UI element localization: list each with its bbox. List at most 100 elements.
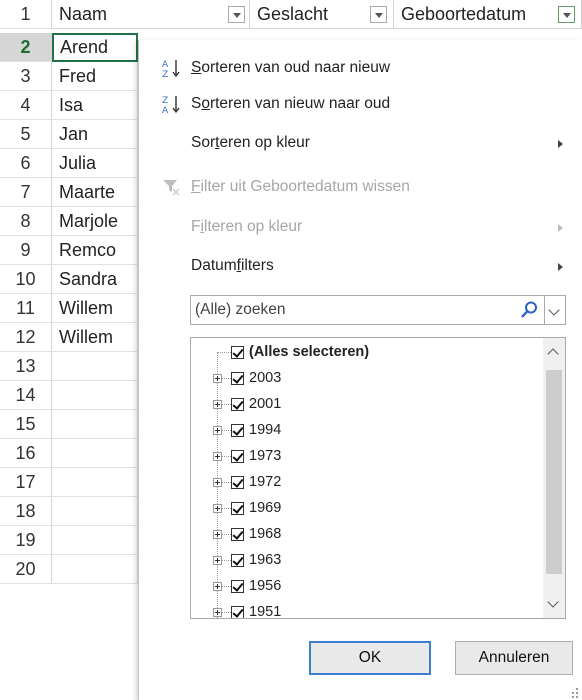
ok-button[interactable]: OK	[309, 641, 431, 675]
list-item[interactable]: 1968	[191, 521, 541, 547]
expand-plus-icon[interactable]	[213, 400, 222, 409]
filter-value-list: (Alles selecteren) 2003 2001 1994 1973 1…	[190, 337, 566, 619]
row-header[interactable]: 8	[0, 207, 52, 236]
search-options-button[interactable]	[544, 296, 565, 324]
row-header[interactable]: 7	[0, 178, 52, 207]
cell[interactable]: Julia	[52, 149, 138, 178]
cell[interactable]	[52, 352, 138, 381]
tree-line	[218, 352, 231, 353]
resize-grip-icon[interactable]	[569, 687, 579, 698]
row-header[interactable]: 2	[0, 33, 52, 62]
cell[interactable]: Jan	[52, 120, 138, 149]
expand-plus-icon[interactable]	[213, 530, 222, 539]
row-header[interactable]: 18	[0, 497, 52, 526]
scroll-up-icon[interactable]	[547, 348, 559, 360]
checkbox-checked[interactable]	[231, 450, 244, 463]
cell[interactable]: Fred	[52, 62, 138, 91]
row-header[interactable]: 5	[0, 120, 52, 149]
list-item[interactable]: 2001	[191, 391, 541, 417]
checkbox-checked[interactable]	[231, 606, 244, 618]
header-cell-geboortedatum[interactable]: Geboortedatum	[394, 0, 582, 29]
menu-clear-filter[interactable]: Filter uit Geboortedatum wissen	[139, 169, 582, 205]
menu-sort-descending[interactable]: Z A Sorteren van nieuw naar oud	[139, 86, 582, 122]
filter-dropdown-button-geslacht[interactable]	[370, 6, 387, 23]
checkbox-checked[interactable]	[231, 580, 244, 593]
row-header[interactable]: 13	[0, 352, 52, 381]
magnifier-icon[interactable]	[519, 300, 539, 320]
expand-plus-icon[interactable]	[213, 374, 222, 383]
checkbox-checked[interactable]	[231, 372, 244, 385]
checkbox-checked[interactable]	[231, 424, 244, 437]
search-input[interactable]: (Alle) zoeken	[190, 295, 566, 325]
scroll-thumb[interactable]	[546, 370, 562, 574]
row-header[interactable]: 12	[0, 323, 52, 352]
cell[interactable]	[52, 497, 138, 526]
cell[interactable]	[52, 468, 138, 497]
cancel-button[interactable]: Annuleren	[455, 641, 573, 675]
checkbox-checked[interactable]	[231, 398, 244, 411]
menu-filter-by-color[interactable]: Filteren op kleur	[139, 209, 582, 245]
cell[interactable]	[52, 381, 138, 410]
row-header[interactable]: 6	[0, 149, 52, 178]
row-header[interactable]: 10	[0, 265, 52, 294]
expand-plus-icon[interactable]	[213, 608, 222, 617]
row-header[interactable]: 16	[0, 439, 52, 468]
row-header[interactable]: 15	[0, 410, 52, 439]
row-header[interactable]: 17	[0, 468, 52, 497]
menu-sort-by-color[interactable]: Sorteren op kleur	[139, 125, 582, 161]
tree-line	[222, 508, 231, 509]
tree-line	[222, 612, 231, 613]
expand-plus-icon[interactable]	[213, 556, 222, 565]
submenu-arrow-icon	[558, 140, 563, 148]
row-header[interactable]: 4	[0, 91, 52, 120]
cell[interactable]: Willem	[52, 323, 138, 352]
list-item-select-all[interactable]: (Alles selecteren)	[191, 339, 541, 365]
filter-dropdown-button-geboortedatum[interactable]	[558, 6, 575, 23]
checkbox-checked[interactable]	[231, 502, 244, 515]
list-item[interactable]: 1951	[191, 599, 541, 618]
row-header[interactable]: 1	[0, 0, 52, 29]
row-header[interactable]: 9	[0, 236, 52, 265]
scroll-down-icon[interactable]	[547, 596, 559, 608]
active-cell[interactable]: Arend	[52, 33, 138, 62]
filter-dropdown-button-naam[interactable]	[228, 6, 245, 23]
header-label: Geboortedatum	[401, 4, 527, 24]
row-header[interactable]: 20	[0, 555, 52, 584]
checkbox-checked[interactable]	[231, 346, 244, 359]
cell[interactable]: Marjole	[52, 207, 138, 236]
cell[interactable]: Willem	[52, 294, 138, 323]
header-cell-geslacht[interactable]: Geslacht	[250, 0, 394, 29]
checkbox-checked[interactable]	[231, 554, 244, 567]
cell[interactable]	[52, 410, 138, 439]
expand-plus-icon[interactable]	[213, 426, 222, 435]
row-header[interactable]: 11	[0, 294, 52, 323]
header-cell-naam[interactable]: Naam	[52, 0, 250, 29]
list-item[interactable]: 1969	[191, 495, 541, 521]
expand-plus-icon[interactable]	[213, 504, 222, 513]
cell[interactable]	[52, 526, 138, 555]
expand-plus-icon[interactable]	[213, 478, 222, 487]
search-placeholder: (Alle) zoeken	[195, 301, 286, 318]
cell[interactable]	[52, 555, 138, 584]
row-header[interactable]: 14	[0, 381, 52, 410]
expand-plus-icon[interactable]	[213, 452, 222, 461]
menu-date-filters[interactable]: Datumfilters	[139, 248, 582, 284]
list-item[interactable]: 2003	[191, 365, 541, 391]
checkbox-checked[interactable]	[231, 476, 244, 489]
row-header[interactable]: 19	[0, 526, 52, 555]
cell[interactable]: Remco	[52, 236, 138, 265]
menu-sort-ascending[interactable]: A Z Sorteren van oud naar nieuw	[139, 50, 582, 86]
list-item[interactable]: 1973	[191, 443, 541, 469]
cell[interactable]	[52, 439, 138, 468]
expand-plus-icon[interactable]	[213, 582, 222, 591]
list-item[interactable]: 1994	[191, 417, 541, 443]
checkbox-checked[interactable]	[231, 528, 244, 541]
list-item[interactable]: 1963	[191, 547, 541, 573]
list-item[interactable]: 1956	[191, 573, 541, 599]
cell[interactable]: Isa	[52, 91, 138, 120]
cell[interactable]: Sandra	[52, 265, 138, 294]
list-item[interactable]: 1972	[191, 469, 541, 495]
cell[interactable]: Maarte	[52, 178, 138, 207]
list-scrollbar[interactable]	[543, 338, 565, 618]
row-header[interactable]: 3	[0, 62, 52, 91]
